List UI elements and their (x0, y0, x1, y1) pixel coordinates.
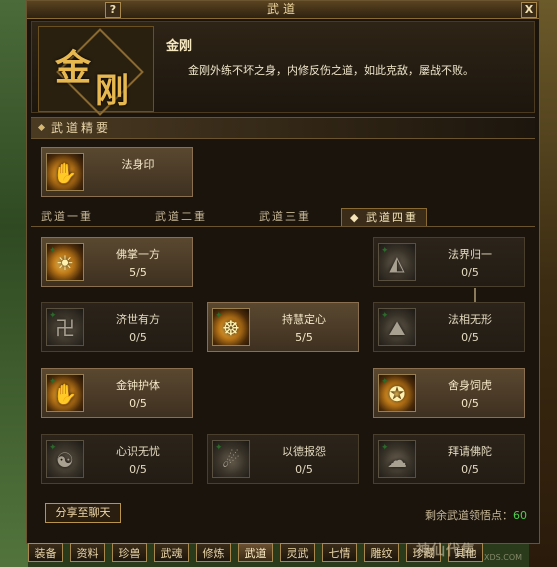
remaining-label: 剩余武道领悟点： (425, 509, 513, 522)
skill-points: 0/5 (461, 463, 479, 476)
tab-tier-4[interactable]: ◆ 武道四重 (341, 208, 427, 226)
skill-name: 法界归一 (448, 248, 492, 261)
tab-lingwu[interactable]: 灵武 (280, 543, 315, 562)
emblem-char-2: 刚 (95, 71, 129, 111)
seal-icon: ✋ (46, 153, 84, 191)
active-tab-marker-icon: ◆ (350, 211, 361, 224)
skill-name: 济世有方 (116, 313, 160, 326)
class-emblem: 金 刚 (38, 26, 154, 116)
game-scene-left (0, 0, 28, 567)
skill-points: 0/5 (129, 397, 147, 410)
skill-name: 金钟护体 (116, 379, 160, 392)
tab-tier-4-label: 武道四重 (365, 211, 418, 224)
swastika-icon: ✦ 卍 (46, 308, 84, 346)
tab-wuhun[interactable]: 武魂 (154, 543, 189, 562)
skill-points: 0/5 (129, 463, 147, 476)
skill-name: 心识无忧 (116, 445, 160, 458)
skill-card-jinzhong[interactable]: ✦ ✋ 金钟护体 0/5 (41, 368, 193, 418)
tab-profile[interactable]: 资料 (70, 543, 105, 562)
skill-card-fozhang[interactable]: ✦ ☀ 佛掌一方 5/5 (41, 237, 193, 287)
palm-icon: ✦ ☀ (46, 243, 84, 281)
skill-card-fajie[interactable]: ✦ ◭ 法界归一 0/5 (373, 237, 525, 287)
skill-name: 以德报怨 (282, 445, 326, 458)
emblem-char-1: 金 (55, 47, 92, 89)
skill-card-faxiang[interactable]: ✦ ⛰ 法相无形 0/5 (373, 302, 525, 352)
title-bar[interactable]: ? 武道 X (27, 1, 539, 19)
form-icon: ✦ ⛰ (378, 308, 416, 346)
skill-points: 0/5 (461, 266, 479, 279)
remaining-value: 60 (513, 509, 527, 522)
wudao-window: ? 武道 X 金 刚 金刚 金刚外练不坏之身，内修反伤之道，如此克敌，屡战不败。… (26, 0, 540, 544)
essence-section-header: 武道精要 (31, 117, 535, 139)
remaining-points: 剩余武道领悟点：60 (425, 507, 527, 523)
skill-name: 持慧定心 (282, 313, 326, 326)
virtue-icon: ✦ ☄ (212, 440, 250, 478)
skill-points: 0/5 (461, 331, 479, 344)
skill-points: 5/5 (295, 331, 313, 344)
realm-icon: ✦ ◭ (378, 243, 416, 281)
tab-qiqing[interactable]: 七情 (322, 543, 357, 562)
skill-card-sheshen[interactable]: ✦ ✪ 舍身饲虎 0/5 (373, 368, 525, 418)
buddha-icon: ✦ ☁ (378, 440, 416, 478)
skill-card-baiqing[interactable]: ✦ ☁ 拜请佛陀 0/5 (373, 434, 525, 484)
tab-engraving[interactable]: 雕纹 (364, 543, 399, 562)
essence-card[interactable]: ✋ 法身印 (41, 147, 193, 197)
skill-connector (474, 288, 476, 302)
skill-points: 5/5 (129, 266, 147, 279)
tab-pets[interactable]: 珍兽 (112, 543, 147, 562)
tab-tier-2[interactable]: 武道二重 (155, 208, 207, 225)
tier-tabs: 武道一重 武道二重 武道三重 ◆ 武道四重 (31, 208, 535, 227)
tab-wudao[interactable]: 武道 (238, 543, 273, 562)
skill-card-jishi[interactable]: ✦ 卍 济世有方 0/5 (41, 302, 193, 352)
essence-section-title: 武道精要 (51, 121, 112, 135)
essence-name: 法身印 (121, 158, 155, 171)
class-name: 金刚 (166, 39, 193, 54)
tab-cultivate[interactable]: 修炼 (196, 543, 231, 562)
diamond-bullet-icon (37, 123, 46, 132)
skill-points: 0/5 (295, 463, 313, 476)
tab-equipment[interactable]: 装备 (28, 543, 63, 562)
skill-card-chihui[interactable]: ✦ ☸ 持慧定心 5/5 (207, 302, 359, 352)
window-title: 武道 (266, 2, 299, 16)
skill-name: 舍身饲虎 (448, 379, 492, 392)
skill-points: 0/5 (461, 397, 479, 410)
tiger-icon: ✦ ✪ (378, 374, 416, 412)
bell-icon: ✦ ✋ (46, 374, 84, 412)
skill-card-xinshi[interactable]: ✦ ☯ 心识无忧 0/5 (41, 434, 193, 484)
mind-icon: ✦ ☯ (46, 440, 84, 478)
wisdom-icon: ✦ ☸ (212, 308, 250, 346)
skill-card-yide[interactable]: ✦ ☄ 以德报怨 0/5 (207, 434, 359, 484)
watermark-url: XDS.COM (484, 553, 523, 562)
tab-tier-1[interactable]: 武道一重 (41, 208, 93, 225)
skill-points: 0/5 (129, 331, 147, 344)
tab-tier-3[interactable]: 武道三重 (259, 208, 311, 225)
class-header: 金 刚 金刚 金刚外练不坏之身，内修反伤之道，如此克敌，屡战不败。 (31, 21, 535, 116)
class-description: 金刚外练不坏之身，内修反伤之道，如此克敌，屡战不败。 (188, 64, 474, 77)
share-to-chat-button[interactable]: 分享至聊天 (45, 503, 121, 523)
close-button[interactable]: X (521, 2, 537, 18)
watermark-logo: 神仙代售 (416, 543, 476, 559)
skill-name: 佛掌一方 (116, 248, 160, 261)
skill-name: 法相无形 (448, 313, 492, 326)
skill-name: 拜请佛陀 (448, 445, 492, 458)
